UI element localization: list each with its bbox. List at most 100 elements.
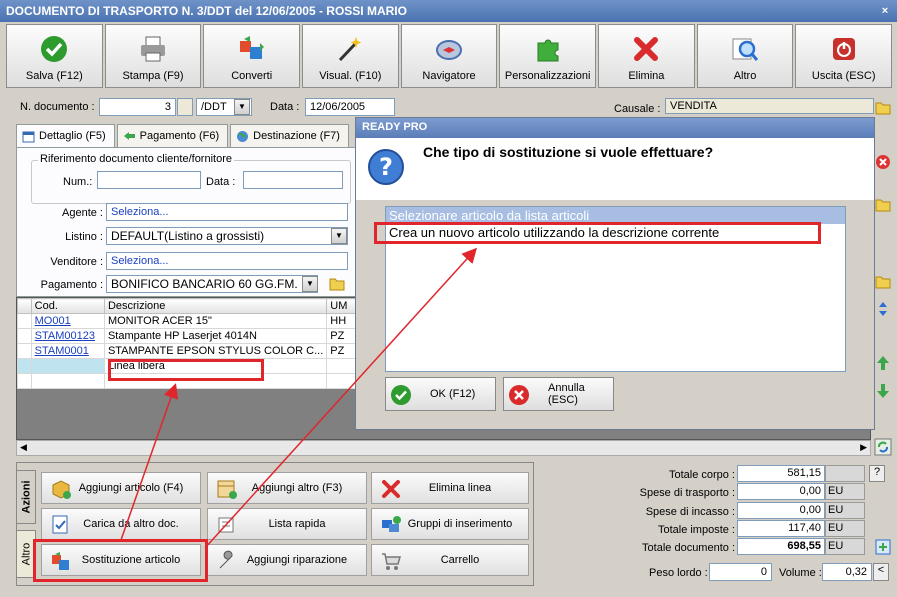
- folder-icon[interactable]: [874, 272, 892, 290]
- table-row[interactable]: STAM00123 Stampante HP Laserjet 4014N PZ: [17, 328, 357, 344]
- delete-x-icon: [382, 480, 400, 498]
- totale-documento-label: Totale documento :: [642, 542, 735, 554]
- doc-number-label: N. documento :: [20, 101, 95, 113]
- row-selector[interactable]: [17, 313, 32, 329]
- close-icon[interactable]: ×: [877, 3, 893, 19]
- spese-incasso-field[interactable]: 0,00: [737, 502, 825, 519]
- volume-button[interactable]: <: [873, 563, 889, 581]
- row-selector[interactable]: [17, 373, 32, 389]
- tab-azioni[interactable]: Azioni: [16, 470, 36, 524]
- folder-icon[interactable]: [874, 98, 892, 116]
- view-button[interactable]: Visual. (F10): [302, 24, 399, 88]
- view-button-label: Visual. (F10): [319, 70, 382, 82]
- spese-trasporto-label: Spese di trasporto :: [639, 487, 735, 499]
- cod-cell[interactable]: STAM00123: [30, 328, 105, 344]
- folder-icon[interactable]: [874, 195, 892, 213]
- peso-lordo-field[interactable]: 0: [709, 563, 772, 581]
- insert-groups-icon: [382, 516, 401, 532]
- tab-pagamento[interactable]: Pagamento (F6): [116, 124, 229, 148]
- listino-select[interactable]: DEFAULT(Listino a grossisti): [106, 227, 348, 245]
- date-label: Data :: [270, 101, 300, 113]
- print-button[interactable]: Stampa (F9): [104, 24, 202, 88]
- agente-label: Agente :: [62, 207, 103, 219]
- calendar-icon: [22, 131, 35, 143]
- row-selector[interactable]: [17, 328, 32, 344]
- table-row[interactable]: STAM0001 STAMPANTE EPSON STYLUS COLOR C.…: [17, 343, 357, 359]
- cancel-button-label: Annulla (ESC): [548, 382, 585, 406]
- cart-button[interactable]: Carrello: [371, 544, 529, 576]
- quick-list-button[interactable]: Lista rapida: [207, 508, 367, 540]
- delete-row-icon[interactable]: [874, 153, 892, 171]
- sort-icon[interactable]: [874, 300, 892, 318]
- spese-trasporto-field[interactable]: 0,00: [737, 483, 825, 500]
- row-selector[interactable]: [17, 343, 32, 359]
- tab-dettaglio[interactable]: Dettaglio (F5): [16, 124, 115, 148]
- date-field[interactable]: 12/06/2005: [305, 98, 395, 116]
- um-cell[interactable]: [326, 358, 357, 374]
- agente-field[interactable]: Seleziona...: [106, 203, 348, 221]
- ref-date-field[interactable]: [243, 171, 343, 189]
- exit-button[interactable]: Uscita (ESC): [795, 24, 893, 88]
- add-other-button[interactable]: Aggiungi altro (F3): [207, 472, 367, 504]
- col-desc-header[interactable]: Descrizione: [103, 298, 328, 314]
- causale-field[interactable]: VENDITA: [665, 98, 874, 114]
- arrow-up-icon[interactable]: [874, 354, 892, 372]
- customizations-button[interactable]: Personalizzazioni: [499, 24, 597, 88]
- col-cod-header[interactable]: Cod.: [30, 298, 105, 314]
- scroll-right-icon[interactable]: ▶: [860, 442, 867, 453]
- table-row[interactable]: MO001 MONITOR ACER 15" HH: [17, 313, 357, 329]
- desc-cell[interactable]: Stampante HP Laserjet 4014N: [103, 328, 328, 344]
- ref-date-label: Data :: [206, 176, 236, 188]
- um-cell[interactable]: PZ: [326, 343, 357, 359]
- folder-icon[interactable]: [328, 274, 346, 292]
- venditore-field[interactable]: Seleziona...: [106, 252, 348, 270]
- printer-icon: [141, 36, 165, 62]
- globe-icon: [237, 131, 249, 142]
- cod-cell[interactable]: STAM0001: [30, 343, 105, 359]
- tab-destinazione[interactable]: Destinazione (F7): [230, 124, 349, 148]
- help-button[interactable]: ?: [869, 465, 885, 482]
- cod-cell[interactable]: [30, 358, 105, 374]
- refresh-icon[interactable]: [874, 438, 892, 456]
- ref-number-field[interactable]: [97, 171, 201, 189]
- ok-button[interactable]: OK (F12): [385, 377, 496, 411]
- chevron-down-icon[interactable]: ▼: [234, 99, 250, 115]
- um-cell[interactable]: [326, 373, 357, 389]
- convert-button[interactable]: Converti: [203, 24, 301, 88]
- highlight-box-substitute: [33, 539, 208, 582]
- insert-groups-button[interactable]: Gruppi di inserimento: [371, 508, 529, 540]
- col-um-header[interactable]: UM: [326, 298, 357, 314]
- scroll-left-icon[interactable]: ◀: [20, 442, 27, 453]
- row-selector[interactable]: [17, 358, 32, 374]
- save-button[interactable]: Salva (F12): [6, 24, 103, 88]
- doc-number-field[interactable]: 3: [99, 98, 176, 116]
- cod-cell[interactable]: MO001: [30, 313, 105, 329]
- desc-cell[interactable]: MONITOR ACER 15": [103, 313, 328, 329]
- grid-horizontal-scrollbar[interactable]: ◀ ▶: [16, 440, 871, 456]
- totale-documento-field: 698,55: [737, 538, 825, 555]
- add-other-icon: [217, 480, 237, 499]
- load-from-doc-button[interactable]: Carica da altro doc.: [41, 508, 201, 540]
- chevron-down-icon[interactable]: ▼: [302, 276, 318, 292]
- pagamento-label: Pagamento :: [40, 279, 103, 291]
- cancel-button[interactable]: Annulla (ESC): [503, 377, 614, 411]
- chevron-down-icon[interactable]: ▼: [331, 228, 347, 244]
- um-cell[interactable]: HH: [326, 313, 357, 329]
- cod-cell[interactable]: [30, 373, 105, 389]
- other-button[interactable]: Altro: [696, 24, 794, 88]
- save-button-label: Salva (F12): [25, 70, 83, 82]
- desc-cell[interactable]: STAMPANTE EPSON STYLUS COLOR C...: [103, 343, 328, 359]
- volume-field[interactable]: 0,32: [822, 563, 872, 581]
- pagamento-select[interactable]: BONIFICO BANCARIO 60 GG.FM.: [106, 275, 318, 293]
- um-cell[interactable]: PZ: [326, 328, 357, 344]
- arrow-down-icon[interactable]: [874, 382, 892, 400]
- other-button-label: Altro: [733, 70, 757, 82]
- delete-line-button[interactable]: Elimina linea: [371, 472, 529, 504]
- delete-button[interactable]: Elimina: [598, 24, 695, 88]
- doc-number-spinner[interactable]: [177, 98, 193, 116]
- add-article-button[interactable]: Aggiungi articolo (F4): [41, 472, 201, 504]
- add-repair-button[interactable]: Aggiungi riparazione: [207, 544, 367, 576]
- calculator-icon[interactable]: [874, 538, 892, 556]
- ok-button-label: OK (F12): [430, 388, 476, 400]
- navigator-button[interactable]: Navigatore: [400, 24, 498, 88]
